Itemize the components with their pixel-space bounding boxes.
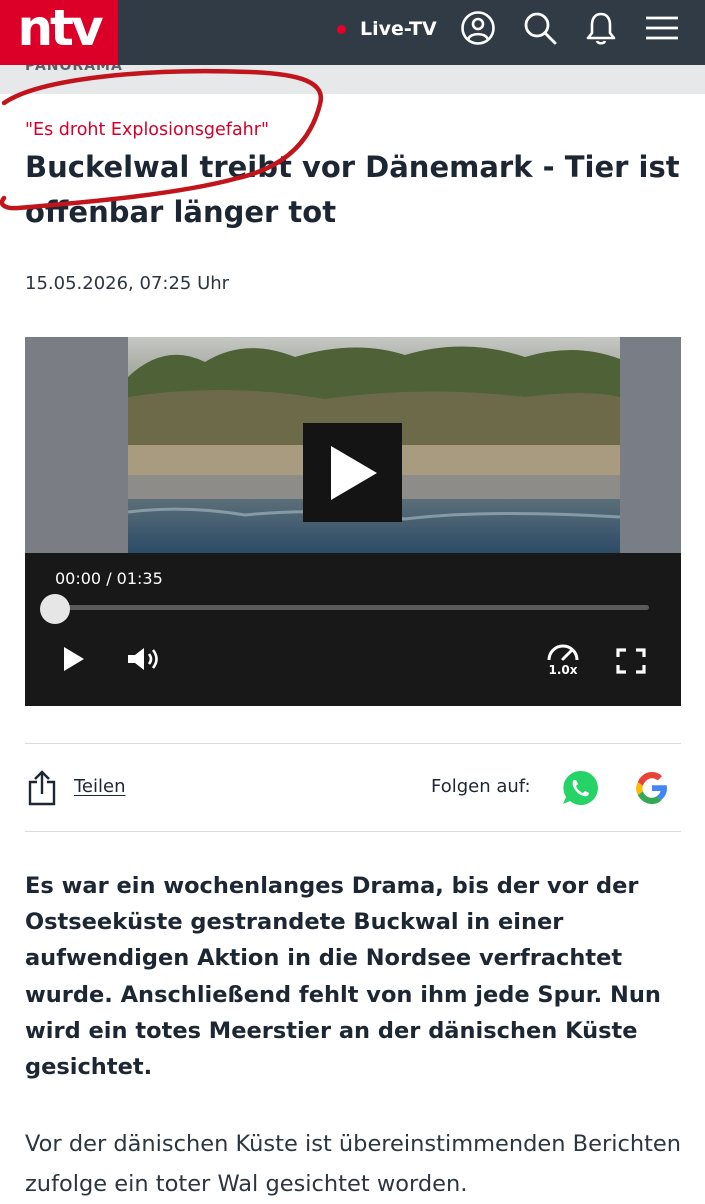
play-icon[interactable]: [59, 643, 89, 675]
playback-speed-label: 1.0x: [548, 662, 578, 677]
volume-icon[interactable]: [125, 643, 163, 675]
top-nav-bar: ntv Live-TV: [0, 0, 705, 65]
big-play-button[interactable]: [303, 423, 402, 522]
live-dot-icon: [337, 24, 346, 34]
video-progress-handle[interactable]: [40, 594, 70, 624]
article-title: Buckelwal treibt vor Dänemark - Tier ist…: [25, 150, 680, 229]
video-progress-bar[interactable]: [55, 605, 649, 610]
share-icon[interactable]: [27, 770, 57, 810]
fullscreen-icon[interactable]: [615, 645, 647, 677]
whatsapp-icon[interactable]: [561, 769, 599, 811]
video-time-display: 00:00 / 01:35: [55, 569, 163, 588]
video-thumbnail[interactable]: [25, 337, 681, 553]
search-icon[interactable]: [520, 8, 560, 48]
google-icon[interactable]: [633, 769, 671, 811]
article-date: 15.05.2026, 07:25 Uhr: [25, 273, 230, 294]
menu-icon[interactable]: [642, 8, 682, 48]
section-label[interactable]: PANORAMA: [25, 65, 123, 74]
article-kicker: "Es droht Explosionsgefahr": [25, 120, 270, 140]
playback-speed-icon[interactable]: 1.0x: [543, 639, 583, 679]
ntv-logo[interactable]: ntv: [0, 0, 118, 65]
divider-top: [25, 743, 681, 744]
section-label-strip: PANORAMA: [0, 65, 705, 94]
live-tv-link[interactable]: Live-TV: [337, 17, 437, 41]
article-lead: Es war ein wochenlanges Drama, bis der v…: [25, 873, 661, 1081]
video-player[interactable]: 00:00 / 01:35 1.0x: [25, 337, 681, 706]
live-tv-label: Live-TV: [360, 18, 437, 40]
logo-text: ntv: [17, 0, 103, 57]
share-link[interactable]: Teilen: [74, 776, 126, 797]
divider-bottom: [25, 831, 681, 832]
user-account-icon[interactable]: [458, 8, 498, 48]
bell-icon[interactable]: [581, 8, 621, 48]
article-body-paragraph: Vor der dänischen Küste ist übereinstimm…: [25, 1131, 682, 1197]
follow-label: Folgen auf:: [431, 776, 531, 797]
